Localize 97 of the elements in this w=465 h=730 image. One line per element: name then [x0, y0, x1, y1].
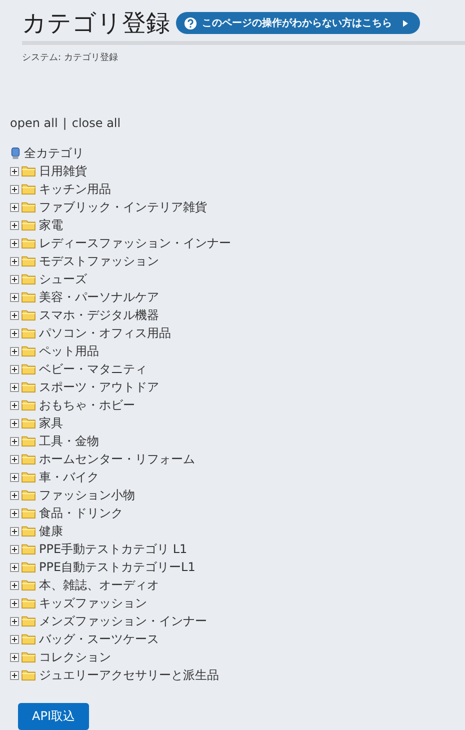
- help-icon: [184, 16, 197, 30]
- tree-item[interactable]: コレクション: [39, 648, 111, 666]
- tree-item[interactable]: 食品・ドリンク: [39, 504, 123, 522]
- expand-icon[interactable]: [10, 220, 19, 230]
- tree-toggle-link[interactable]: open all: [10, 116, 58, 130]
- expand-icon[interactable]: [10, 166, 19, 176]
- tree-item[interactable]: 家電: [39, 216, 63, 234]
- folder-icon: [21, 615, 36, 627]
- tree-item[interactable]: バッグ・スーツケース: [39, 630, 159, 648]
- arrow-icon: [403, 20, 408, 26]
- folder-icon: [21, 363, 36, 375]
- expand-icon[interactable]: [10, 490, 19, 500]
- tree-item[interactable]: キッチン用品: [39, 180, 111, 198]
- tree-item[interactable]: ファッション小物: [39, 486, 135, 504]
- expand-icon[interactable]: [10, 436, 19, 446]
- tree-item[interactable]: 日用雑貨: [39, 162, 87, 180]
- folder-icon: [21, 381, 36, 393]
- expand-icon[interactable]: [10, 526, 19, 536]
- folder-icon: [21, 219, 36, 231]
- expand-icon[interactable]: [10, 310, 19, 320]
- tree-toggle-link[interactable]: close all: [72, 116, 121, 130]
- folder-icon: [21, 633, 36, 645]
- folder-icon: [21, 183, 36, 195]
- expand-icon[interactable]: [10, 652, 19, 662]
- tree-item[interactable]: PPE手動テストカテゴリ L1: [39, 540, 188, 558]
- tree-item[interactable]: シューズ: [39, 270, 87, 288]
- tree-item[interactable]: スポーツ・アウトドア: [39, 378, 159, 396]
- folder-icon: [21, 237, 36, 249]
- tree-item[interactable]: スマホ・デジタル機器: [39, 306, 159, 324]
- tree-item[interactable]: ジュエリーアクセサリーと派生品: [39, 666, 219, 684]
- separator: |: [62, 116, 67, 130]
- tree-item[interactable]: 美容・パーソナルケア: [39, 288, 159, 306]
- folder-icon: [21, 453, 36, 465]
- folder-icon: [21, 669, 36, 681]
- expand-icon[interactable]: [10, 544, 19, 554]
- expand-icon[interactable]: [10, 472, 19, 482]
- expand-icon[interactable]: [10, 508, 19, 518]
- folder-icon: [21, 489, 36, 501]
- import-button[interactable]: API取込: [18, 703, 89, 730]
- expand-icon[interactable]: [10, 616, 19, 626]
- tree-item[interactable]: パソコン・オフィス用品: [39, 324, 171, 342]
- tree-item[interactable]: キッズファッション: [39, 594, 147, 612]
- expand-icon[interactable]: [10, 274, 19, 284]
- expand-icon[interactable]: [10, 346, 19, 356]
- tree-item[interactable]: 工具・金物: [39, 432, 99, 450]
- folder-icon: [21, 543, 36, 555]
- tree-item[interactable]: ホームセンター・リフォーム: [39, 450, 195, 468]
- folder-icon: [21, 255, 36, 267]
- folder-icon: [21, 597, 36, 609]
- folder-icon: [21, 291, 36, 303]
- tree-item[interactable]: ペット用品: [39, 342, 99, 360]
- expand-icon[interactable]: [10, 292, 19, 302]
- expand-icon[interactable]: [10, 454, 19, 464]
- tree-item[interactable]: PPE自動テストカテゴリーL1: [39, 558, 196, 576]
- tree-item[interactable]: 健康: [39, 522, 63, 540]
- tree-item[interactable]: 車・バイク: [39, 468, 99, 486]
- tree-item[interactable]: 全カテゴリ: [24, 144, 84, 162]
- help-button[interactable]: このページの操作がわからない方はこちら: [176, 12, 420, 34]
- folder-icon: [21, 561, 36, 573]
- tree-item[interactable]: メンズファッション・インナー: [39, 612, 207, 630]
- folder-icon: [21, 417, 36, 429]
- folder-icon: [21, 327, 36, 339]
- tree-item[interactable]: おもちゃ・ホビー: [39, 396, 135, 414]
- expand-icon[interactable]: [10, 670, 19, 680]
- tree-item[interactable]: ベビー・マタニティ: [39, 360, 147, 378]
- expand-icon[interactable]: [10, 418, 19, 428]
- tree-item[interactable]: モデストファッション: [39, 252, 159, 270]
- tree-item[interactable]: ファブリック・インテリア雑貨: [39, 198, 207, 216]
- folder-icon: [21, 525, 36, 537]
- folder-icon: [21, 201, 36, 213]
- expand-icon[interactable]: [10, 382, 19, 392]
- folder-icon: [21, 165, 36, 177]
- breadcrumb: システム: カテゴリ登録: [22, 52, 119, 64]
- tree-item[interactable]: 家具: [39, 414, 63, 432]
- expand-icon[interactable]: [10, 238, 19, 248]
- folder-icon: [21, 471, 36, 483]
- expand-icon[interactable]: [10, 562, 19, 572]
- tree-item[interactable]: 本、雑誌、オーディオ: [39, 576, 159, 594]
- expand-icon[interactable]: [10, 328, 19, 338]
- folder-icon: [21, 273, 36, 285]
- folder-icon: [21, 435, 36, 447]
- expand-icon[interactable]: [10, 184, 19, 194]
- folder-icon: [21, 507, 36, 519]
- expand-icon[interactable]: [10, 202, 19, 212]
- expand-icon[interactable]: [10, 400, 19, 410]
- tree-item[interactable]: レディースファッション・インナー: [39, 234, 231, 252]
- expand-icon[interactable]: [10, 580, 19, 590]
- folder-icon: [21, 309, 36, 321]
- folder-icon: [21, 579, 36, 591]
- folder-icon: [21, 345, 36, 357]
- expand-icon[interactable]: [10, 598, 19, 608]
- page-title: カテゴリ登録: [22, 8, 170, 38]
- folder-icon: [21, 651, 36, 663]
- expand-icon[interactable]: [10, 634, 19, 644]
- folder-icon: [21, 399, 36, 411]
- expand-icon[interactable]: [10, 256, 19, 266]
- expand-icon[interactable]: [10, 364, 19, 374]
